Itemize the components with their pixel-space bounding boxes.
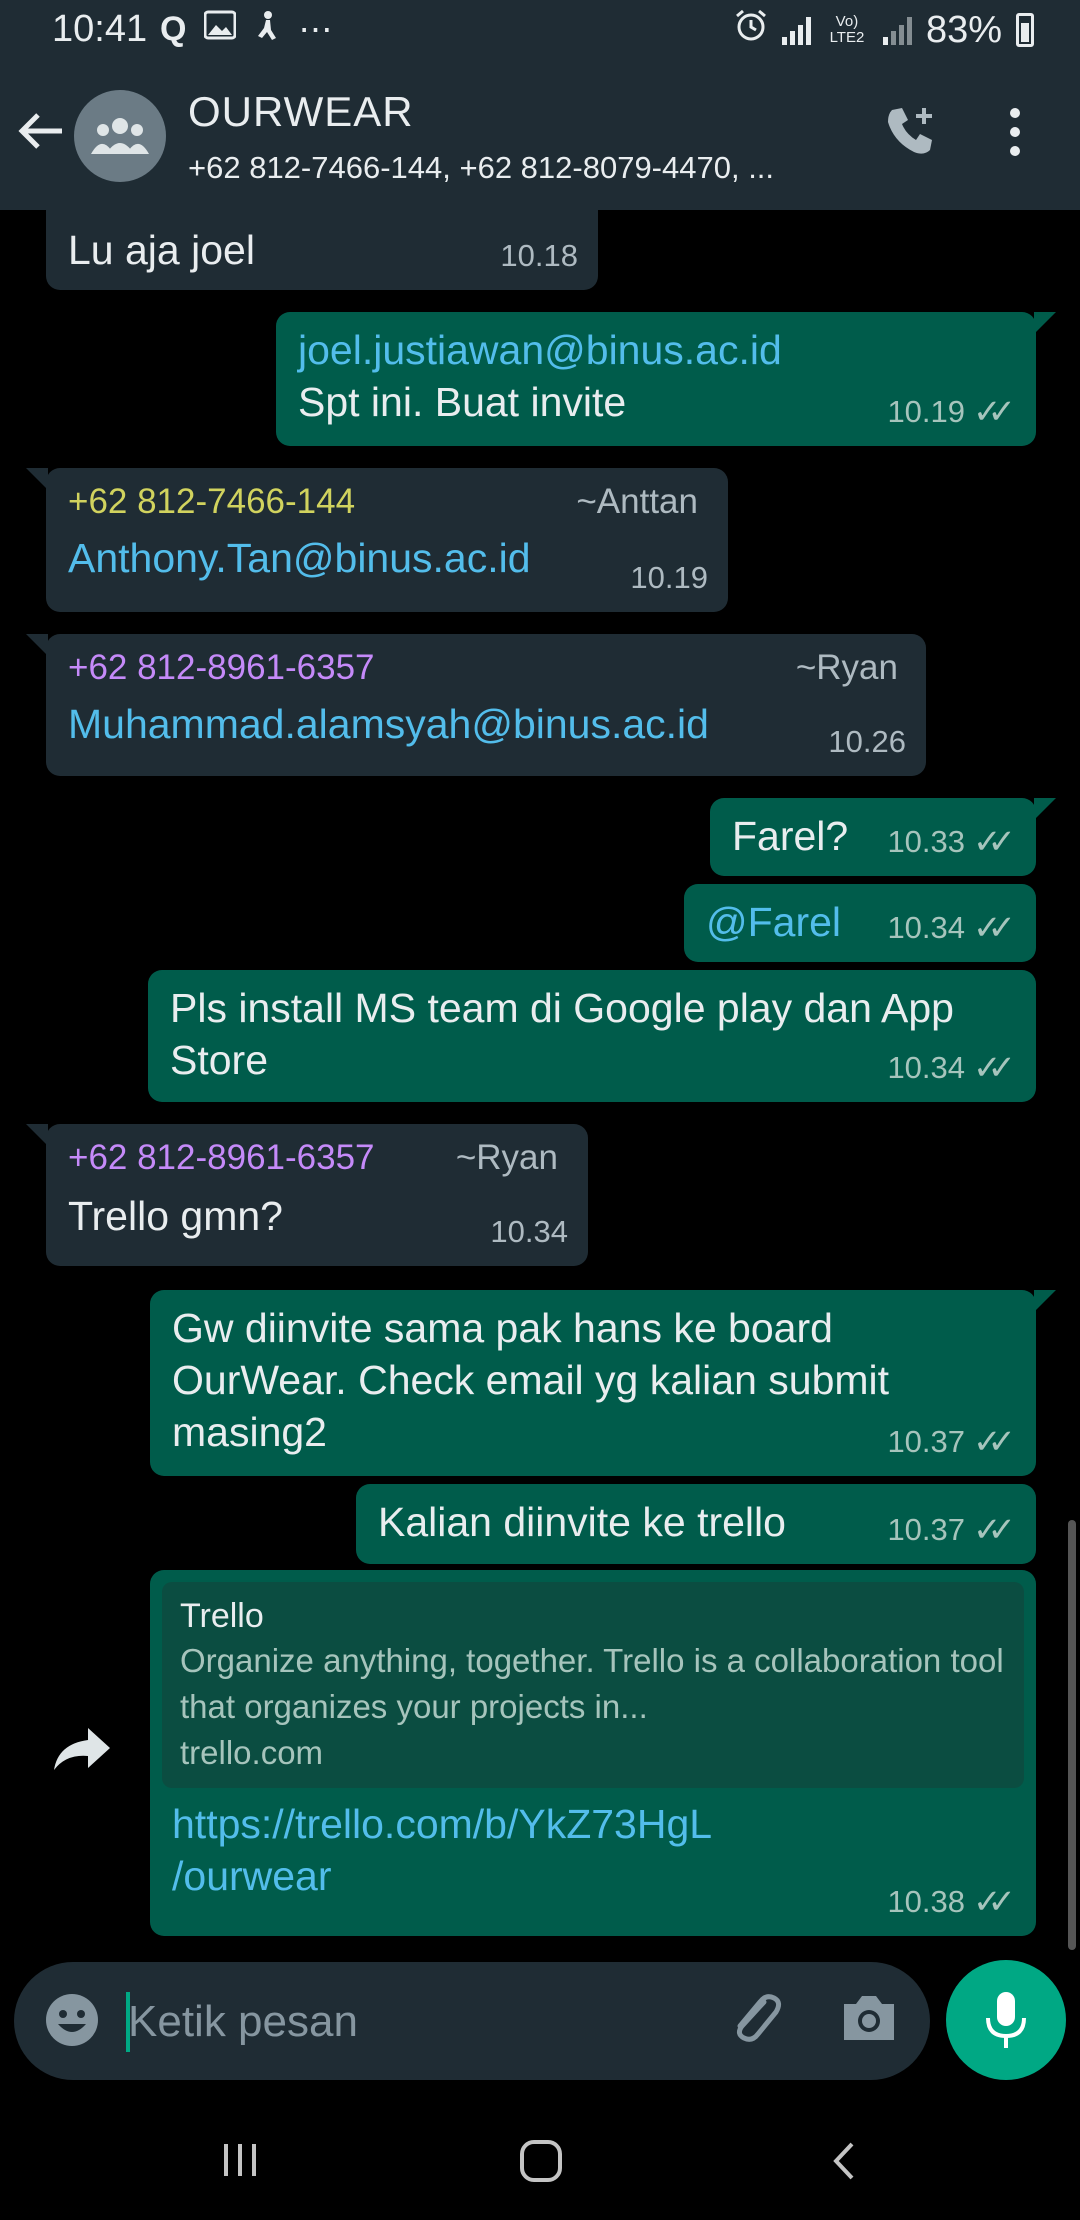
group-avatar[interactable]: [74, 90, 166, 182]
link-preview-card[interactable]: Trello Organize anything, together. Trel…: [162, 1582, 1024, 1788]
battery-percent: 83%: [925, 8, 1002, 51]
add-call-button[interactable]: [884, 104, 940, 165]
alarm-icon: [734, 8, 768, 52]
preview-description: Organize anything, together. Trello is a…: [180, 1642, 1004, 1725]
gallery-notification-icon: [203, 10, 237, 51]
message-bubble[interactable]: Gw diinvite sama pak hans ke board OurWe…: [150, 1290, 1056, 1476]
message-bubble[interactable]: @Farel 10.34 ✓✓: [684, 884, 1036, 962]
sender-phone[interactable]: +62 812-8961-6357: [68, 646, 375, 690]
message-bubble[interactable]: Lu aja joel 10.18: [46, 210, 598, 290]
chat-participants[interactable]: +62 812-7466-144, +62 812-8079-4470, ...: [188, 150, 848, 186]
sender-name: ~Anttan: [576, 482, 698, 521]
message-time: 10.18: [500, 238, 578, 273]
message-time: 10.26: [828, 724, 906, 759]
read-receipt-icon: ✓✓: [973, 393, 1016, 431]
message-bubble[interactable]: +62 812-8961-6357 ~Ryan Trello gmn? 10.34: [26, 1124, 588, 1266]
home-icon[interactable]: [518, 2138, 564, 2189]
chat-title[interactable]: OURWEAR: [188, 88, 414, 136]
phone-add-icon: [888, 108, 932, 154]
message-bubble[interactable]: Kalian diinvite ke trello 10.37 ✓✓: [356, 1484, 1036, 1564]
read-receipt-icon: ✓✓: [973, 1423, 1016, 1461]
network-label: Vo) LTE2: [829, 13, 865, 46]
sender-phone[interactable]: +62 812-8961-6357: [68, 1136, 375, 1180]
message-bubble[interactable]: Pls install MS team di Google play dan A…: [148, 970, 1036, 1102]
system-nav-bar: [0, 2100, 1080, 2220]
read-receipt-icon: ✓✓: [973, 823, 1016, 861]
message-time: 10.38: [887, 1884, 966, 1919]
message-time: 10.34: [887, 910, 966, 945]
search-notification-icon: Q: [160, 10, 187, 48]
message-text: Gw diinvite sama pak hans ke board OurWe…: [172, 1305, 890, 1455]
message-time: 10.33: [887, 824, 966, 859]
message-input[interactable]: [126, 1990, 690, 2054]
message-text: Farel?: [732, 813, 849, 859]
signal-1-icon: [781, 15, 811, 45]
sender-name: ~Ryan: [455, 1138, 558, 1177]
nav-back-icon[interactable]: [828, 2140, 858, 2187]
message-time: 10.19: [630, 560, 708, 595]
read-receipt-icon: ✓✓: [973, 909, 1016, 947]
recent-apps-icon[interactable]: [220, 2140, 260, 2185]
group-icon: [91, 118, 149, 154]
message-bubble[interactable]: +62 812-7466-144 ~Anttan Anthony.Tan@binu…: [26, 468, 728, 612]
voice-message-button[interactable]: [946, 1960, 1066, 2080]
email-link[interactable]: Anthony.Tan@binus.ac.id: [68, 532, 706, 584]
message-text: Pls install MS team di Google play dan A…: [170, 985, 954, 1083]
message-time: 10.34: [887, 1050, 966, 1085]
back-arrow-icon[interactable]: [18, 104, 64, 164]
forward-icon[interactable]: [52, 1724, 120, 1784]
url-link[interactable]: https://trello.com/b/YkZ73HgL /ourwear: [172, 1798, 872, 1902]
link-message-bubble[interactable]: Trello Organize anything, together. Trel…: [150, 1570, 1036, 1936]
message-text: Lu aja joel: [68, 227, 255, 273]
signal-2-icon: [882, 15, 912, 45]
message-bubble[interactable]: +62 812-8961-6357 ~Ryan Muhammad.alamsyah…: [26, 634, 926, 776]
message-time: 10.34: [490, 1214, 568, 1249]
message-text: Kalian diinvite ke trello: [378, 1499, 786, 1545]
message-bubble[interactable]: joel.justiawan@binus.ac.id Spt ini. Buat…: [276, 312, 1056, 446]
camera-icon[interactable]: [840, 1992, 898, 2049]
mention-link[interactable]: @Farel: [706, 899, 841, 945]
message-time: 10.37: [887, 1512, 966, 1547]
battery-icon: [1016, 13, 1034, 47]
read-receipt-icon: ✓✓: [973, 1049, 1016, 1087]
message-input-bar: [14, 1962, 930, 2080]
accessibility-notification-icon: [254, 10, 280, 51]
status-bar: 10:41 Q ⋯ Vo) LTE2 83%: [0, 0, 1080, 64]
scrollbar[interactable]: [1068, 1520, 1076, 1950]
chat-header: OURWEAR +62 812-7466-144, +62 812-8079-4…: [0, 64, 1080, 210]
more-notifications-icon: ⋯: [298, 11, 333, 49]
email-link[interactable]: Muhammad.alamsyah@binus.ac.id: [68, 698, 904, 750]
attachment-icon[interactable]: [724, 1988, 786, 2055]
preview-domain: trello.com: [180, 1734, 324, 1771]
email-link[interactable]: joel.justiawan@binus.ac.id: [298, 324, 1014, 376]
sender-phone[interactable]: +62 812-7466-144: [68, 480, 355, 524]
preview-title: Trello: [180, 1597, 264, 1635]
more-options-icon[interactable]: [1010, 108, 1020, 156]
sender-name: ~Ryan: [795, 648, 898, 687]
read-receipt-icon: ✓✓: [973, 1883, 1016, 1921]
message-bubble[interactable]: Farel? 10.33 ✓✓: [710, 798, 1056, 876]
emoji-icon[interactable]: [42, 1990, 102, 2055]
status-time: 10:41: [52, 8, 148, 50]
microphone-icon: [986, 1992, 1026, 2048]
message-time: 10.19: [887, 394, 966, 429]
message-time: 10.37: [887, 1424, 966, 1459]
read-receipt-icon: ✓✓: [973, 1511, 1016, 1549]
